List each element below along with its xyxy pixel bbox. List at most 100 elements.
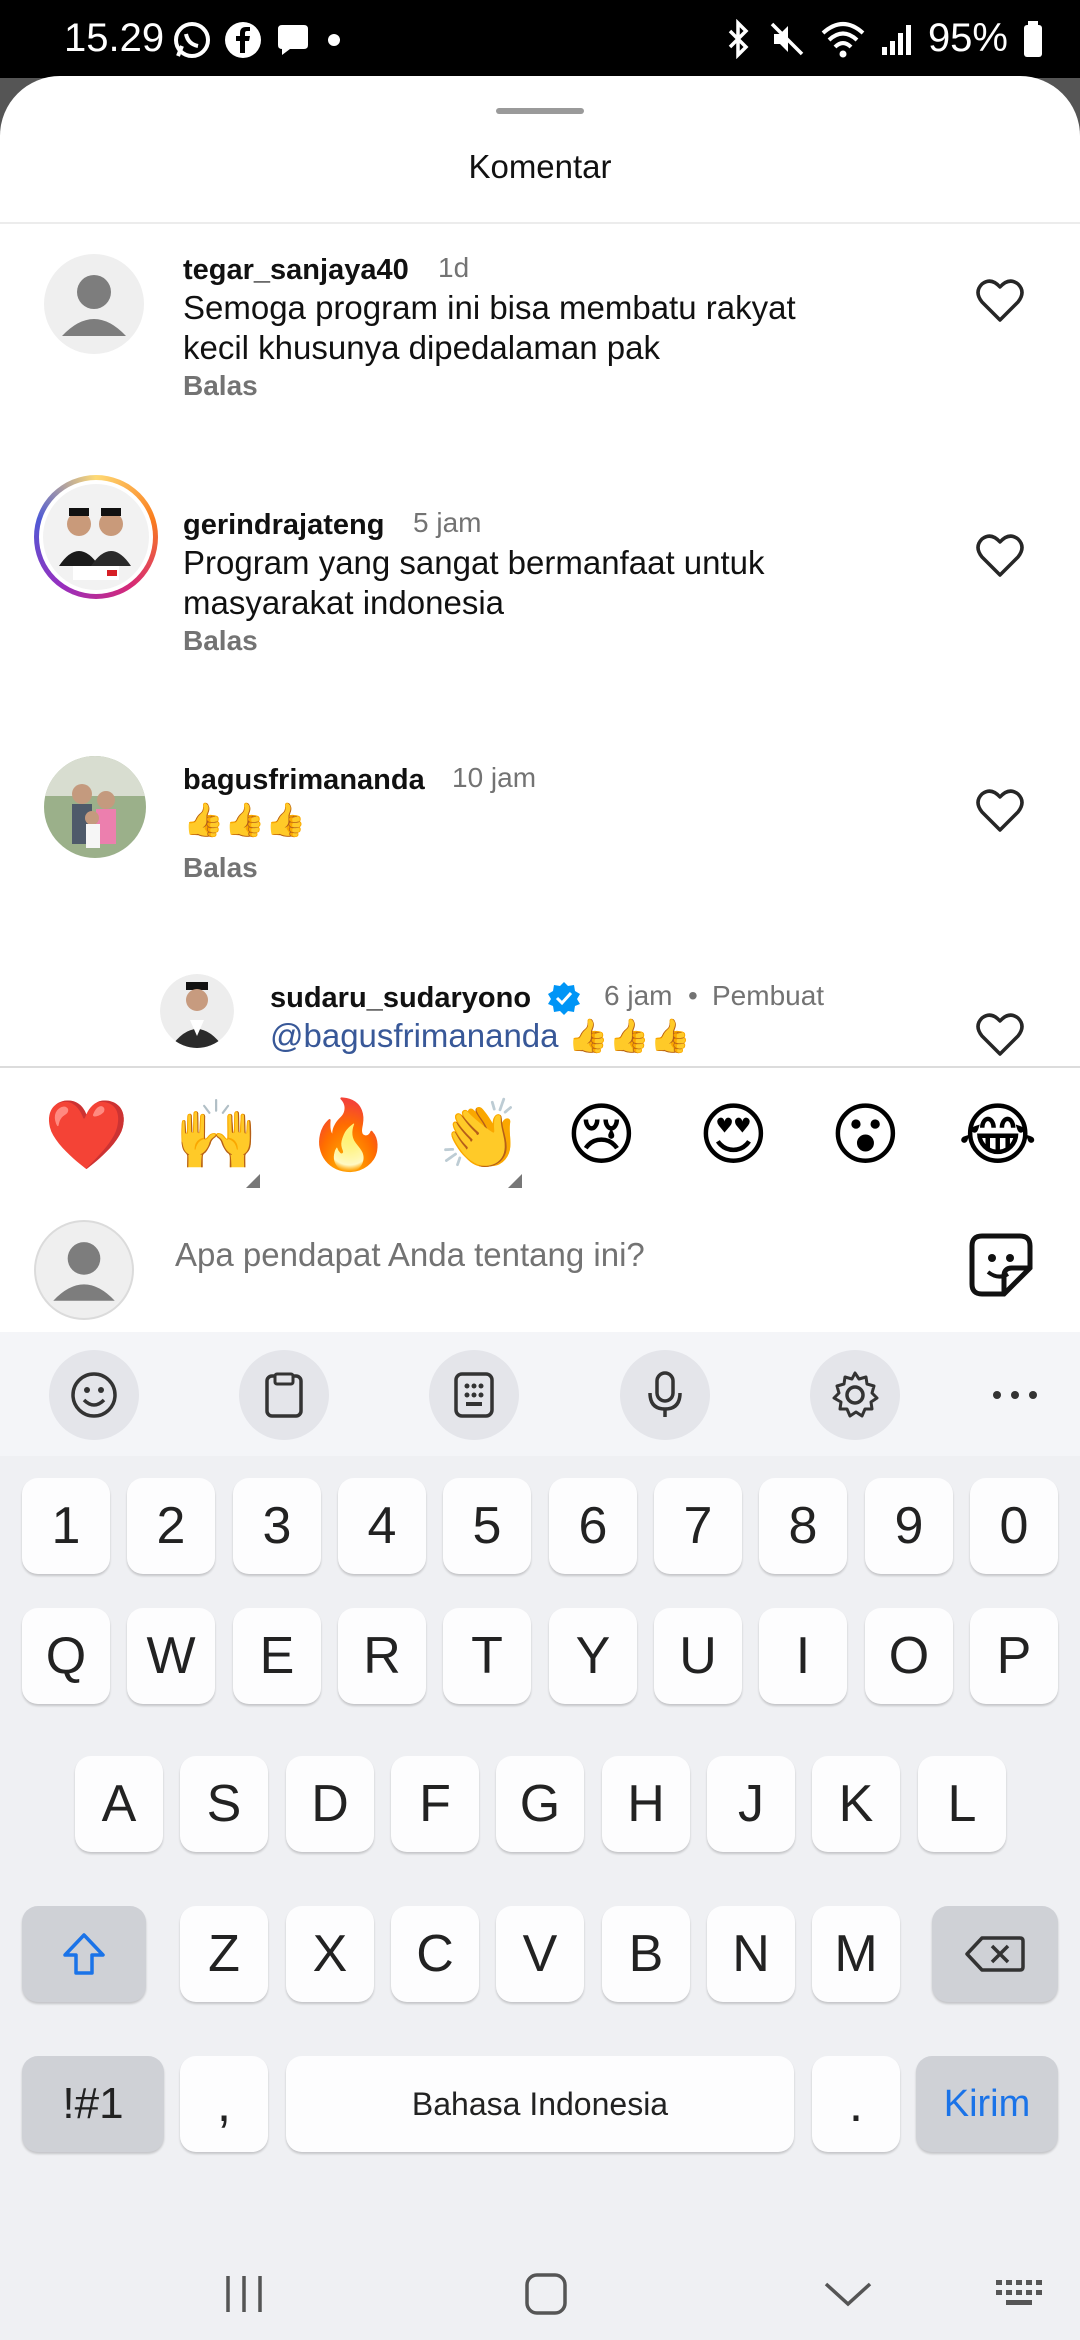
whatsapp-icon [174, 22, 210, 58]
comment-username[interactable]: gerindrajateng [183, 509, 384, 542]
keyboard-switch-icon[interactable] [994, 2276, 1050, 2316]
key-g[interactable]: G [496, 1756, 584, 1852]
reply-button[interactable]: Balas [183, 370, 258, 402]
key-7[interactable]: 7 [654, 1478, 742, 1574]
hide-keyboard-icon[interactable] [822, 2270, 874, 2318]
reaction-crying[interactable]: 😢 [566, 1096, 637, 1176]
key-s[interactable]: S [180, 1756, 268, 1852]
key-o[interactable]: O [865, 1608, 953, 1704]
like-heart-icon[interactable] [975, 1012, 1025, 1058]
comment-input[interactable]: Apa pendapat Anda tentang ini? [175, 1236, 645, 1274]
comment-text-line: Semoga program ini bisa membatu rakyat [183, 289, 796, 326]
reaction-heart[interactable]: ❤️ [44, 1096, 129, 1176]
key-i[interactable]: I [759, 1608, 847, 1704]
send-key[interactable]: Kirim [916, 2056, 1058, 2152]
key-n[interactable]: N [707, 1906, 795, 2002]
key-b[interactable]: B [602, 1906, 690, 2002]
status-time: 15.29 [64, 16, 165, 60]
like-heart-icon[interactable] [975, 788, 1025, 834]
backspace-key[interactable] [932, 1906, 1058, 2002]
key-2[interactable]: 2 [127, 1478, 215, 1574]
space-key[interactable]: Bahasa Indonesia [286, 2056, 794, 2152]
emoji-icon [71, 1372, 117, 1418]
emoji-button[interactable] [49, 1350, 139, 1440]
home-icon[interactable] [522, 2270, 570, 2318]
key-v[interactable]: V [496, 1906, 584, 2002]
key-a[interactable]: A [75, 1756, 163, 1852]
key-d[interactable]: D [286, 1756, 374, 1852]
like-heart-icon[interactable] [975, 278, 1025, 324]
period-key[interactable]: . [812, 2056, 900, 2152]
avatar[interactable] [34, 475, 158, 599]
voice-input-button[interactable] [620, 1350, 710, 1440]
comment-username[interactable]: tegar_sanjaya40 [183, 254, 409, 287]
comment-time: 5 jam [413, 507, 482, 538]
reaction-raised-hands[interactable]: 🙌 [174, 1096, 259, 1176]
profile-photo-icon [44, 756, 146, 858]
reaction-surprised[interactable]: 😮 [830, 1096, 901, 1176]
comment-text-line: Program yang sangat bermanfaat untuk [183, 544, 765, 581]
keyboard-toolbar [0, 1332, 1080, 1456]
key-6[interactable]: 6 [549, 1478, 637, 1574]
comma-key[interactable]: , [180, 2056, 268, 2152]
comment-username[interactable]: bagusfrimananda [183, 764, 425, 797]
more-options-button[interactable] [970, 1350, 1060, 1440]
sheet-drag-handle[interactable] [496, 108, 584, 114]
avatar[interactable] [44, 254, 144, 354]
shift-key[interactable] [22, 1906, 146, 2002]
key-0[interactable]: 0 [970, 1478, 1058, 1574]
key-u[interactable]: U [654, 1608, 742, 1704]
reply-button[interactable]: Balas [183, 852, 258, 884]
default-avatar-icon [62, 275, 126, 336]
comments-list[interactable]: tegar_sanjaya40 1d Semoga program ini bi… [0, 224, 1080, 1142]
shift-arrow-icon [63, 1933, 105, 1975]
keyboard-settings-button[interactable] [810, 1350, 900, 1440]
reaction-heart-eyes[interactable]: 😍 [698, 1096, 769, 1176]
backspace-icon [965, 1936, 1025, 1972]
key-8[interactable]: 8 [759, 1478, 847, 1574]
battery-icon [1024, 20, 1042, 57]
profile-photo-icon [160, 974, 234, 1048]
comment-username[interactable]: sudaru_sudaryono [270, 982, 531, 1015]
bluetooth-icon [728, 18, 749, 59]
key-z[interactable]: Z [180, 1906, 268, 2002]
keypad-button[interactable] [429, 1350, 519, 1440]
skin-tone-indicator [508, 1174, 522, 1188]
mention-link[interactable]: @bagusfrimananda [270, 1017, 559, 1054]
symbols-key[interactable]: !#1 [22, 2056, 164, 2152]
key-5[interactable]: 5 [443, 1478, 531, 1574]
key-h[interactable]: H [602, 1756, 690, 1852]
key-l[interactable]: L [918, 1756, 1006, 1852]
profile-photo-icon [43, 484, 149, 590]
key-4[interactable]: 4 [338, 1478, 426, 1574]
key-m[interactable]: M [812, 1906, 900, 2002]
key-t[interactable]: T [443, 1608, 531, 1704]
key-1[interactable]: 1 [22, 1478, 110, 1574]
key-9[interactable]: 9 [865, 1478, 953, 1574]
key-r[interactable]: R [338, 1608, 426, 1704]
key-f[interactable]: F [391, 1756, 479, 1852]
key-y[interactable]: Y [549, 1608, 637, 1704]
comment-text-line: kecil khusunya dipedalaman pak [183, 329, 660, 366]
sticker-icon[interactable] [968, 1232, 1034, 1298]
key-c[interactable]: C [391, 1906, 479, 2002]
reaction-fire[interactable]: 🔥 [306, 1096, 391, 1176]
key-w[interactable]: W [127, 1608, 215, 1704]
key-e[interactable]: E [233, 1608, 321, 1704]
key-3[interactable]: 3 [233, 1478, 321, 1574]
reply-button[interactable]: Balas [183, 625, 258, 657]
recent-apps-icon[interactable] [220, 2270, 268, 2318]
current-user-avatar [34, 1220, 134, 1320]
key-q[interactable]: Q [22, 1608, 110, 1704]
avatar[interactable] [44, 756, 146, 858]
reaction-clapping[interactable]: 👏 [438, 1096, 523, 1176]
key-p[interactable]: P [970, 1608, 1058, 1704]
key-j[interactable]: J [707, 1756, 795, 1852]
clipboard-button[interactable] [239, 1350, 329, 1440]
like-heart-icon[interactable] [975, 533, 1025, 579]
key-x[interactable]: X [286, 1906, 374, 2002]
avatar[interactable] [160, 974, 234, 1048]
reaction-laughing[interactable]: 😂 [958, 1096, 1037, 1176]
keyboard: 1 2 3 4 5 6 7 8 9 0 Q W E R T Y U I O P … [0, 1332, 1080, 2340]
key-k[interactable]: K [812, 1756, 900, 1852]
